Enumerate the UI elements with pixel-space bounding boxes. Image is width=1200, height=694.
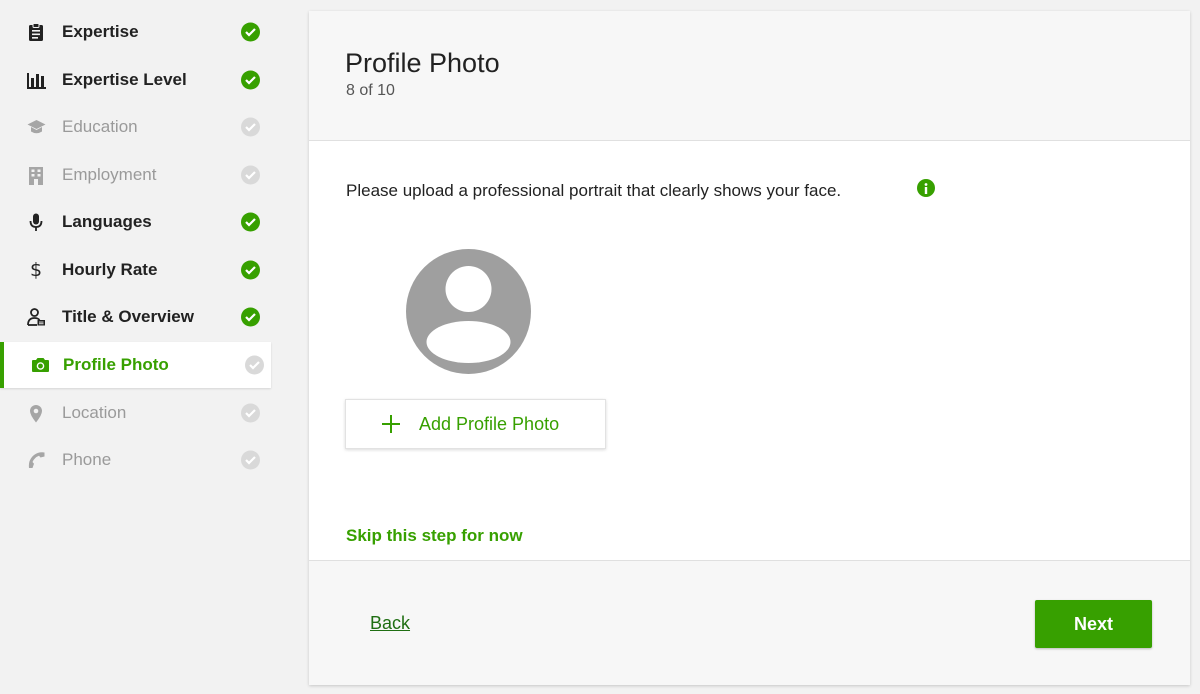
sidebar-item-expertise-level[interactable]: Expertise Level	[4, 57, 271, 103]
sidebar-item-label: Employment	[62, 165, 157, 184]
check-icon	[241, 117, 260, 137]
upload-instructions: Please upload a professional portrait th…	[346, 181, 842, 200]
sidebar-item-label: Hourly Rate	[62, 260, 158, 279]
avatar-placeholder	[406, 249, 531, 374]
card-footer: Back Next	[309, 560, 1190, 685]
sidebar-item-label: Expertise Level	[62, 70, 187, 89]
check-icon	[245, 355, 264, 375]
check-icon	[241, 165, 260, 185]
sidebar-item-employment[interactable]: Employment	[4, 152, 271, 198]
check-icon	[241, 403, 260, 423]
sidebar-item-label: Education	[62, 117, 138, 136]
phone-icon	[26, 450, 46, 470]
user-card-icon	[26, 307, 46, 327]
sidebar-item-label: Languages	[62, 212, 152, 231]
check-icon	[241, 70, 260, 90]
add-profile-photo-label: Add Profile Photo	[419, 414, 560, 434]
next-button[interactable]: Next	[1035, 600, 1152, 648]
sidebar-item-phone[interactable]: Phone	[4, 437, 271, 483]
microphone-icon	[26, 212, 46, 232]
sidebar-item-label: Location	[62, 403, 127, 422]
step-counter: 8 of 10	[346, 82, 395, 99]
sidebar-item-location[interactable]: Location	[4, 390, 271, 436]
back-link[interactable]: Back	[370, 613, 410, 634]
card-header: Profile Photo 8 of 10	[309, 11, 1190, 141]
page-title: Profile Photo	[345, 48, 500, 78]
profile-photo-card: Profile Photo 8 of 10 Please upload a pr…	[309, 11, 1190, 685]
check-icon	[241, 450, 260, 470]
map-pin-icon	[26, 403, 46, 423]
sidebar-item-label: Title & Overview	[62, 307, 194, 326]
skip-step-link[interactable]: Skip this step for now	[346, 526, 523, 546]
sidebar-item-education[interactable]: Education	[4, 104, 271, 150]
sidebar-item-hourly-rate[interactable]: $ Hourly Rate	[4, 247, 271, 293]
check-icon	[241, 307, 260, 327]
info-icon[interactable]	[917, 179, 935, 197]
sidebar-item-title-overview[interactable]: Title & Overview	[4, 294, 271, 340]
check-icon	[241, 212, 260, 232]
add-profile-photo-button[interactable]: Add Profile Photo	[345, 399, 606, 449]
check-icon	[241, 260, 260, 280]
step-sidebar: Expertise Expertise Level Education Empl…	[0, 0, 290, 694]
graduation-cap-icon	[26, 117, 46, 137]
sidebar-item-label: Expertise	[62, 22, 139, 41]
camera-icon	[30, 355, 50, 375]
sidebar-item-profile-photo[interactable]: Profile Photo	[0, 342, 271, 388]
plus-icon	[382, 415, 400, 436]
check-icon	[241, 22, 260, 42]
bar-chart-icon	[26, 70, 46, 90]
clipboard-icon	[26, 22, 46, 42]
sidebar-item-label: Profile Photo	[63, 355, 169, 374]
dollar-icon: $	[29, 259, 43, 281]
sidebar-item-expertise[interactable]: Expertise	[4, 9, 271, 55]
sidebar-item-languages[interactable]: Languages	[4, 199, 271, 245]
building-icon	[26, 165, 46, 185]
sidebar-item-label: Phone	[62, 450, 112, 469]
